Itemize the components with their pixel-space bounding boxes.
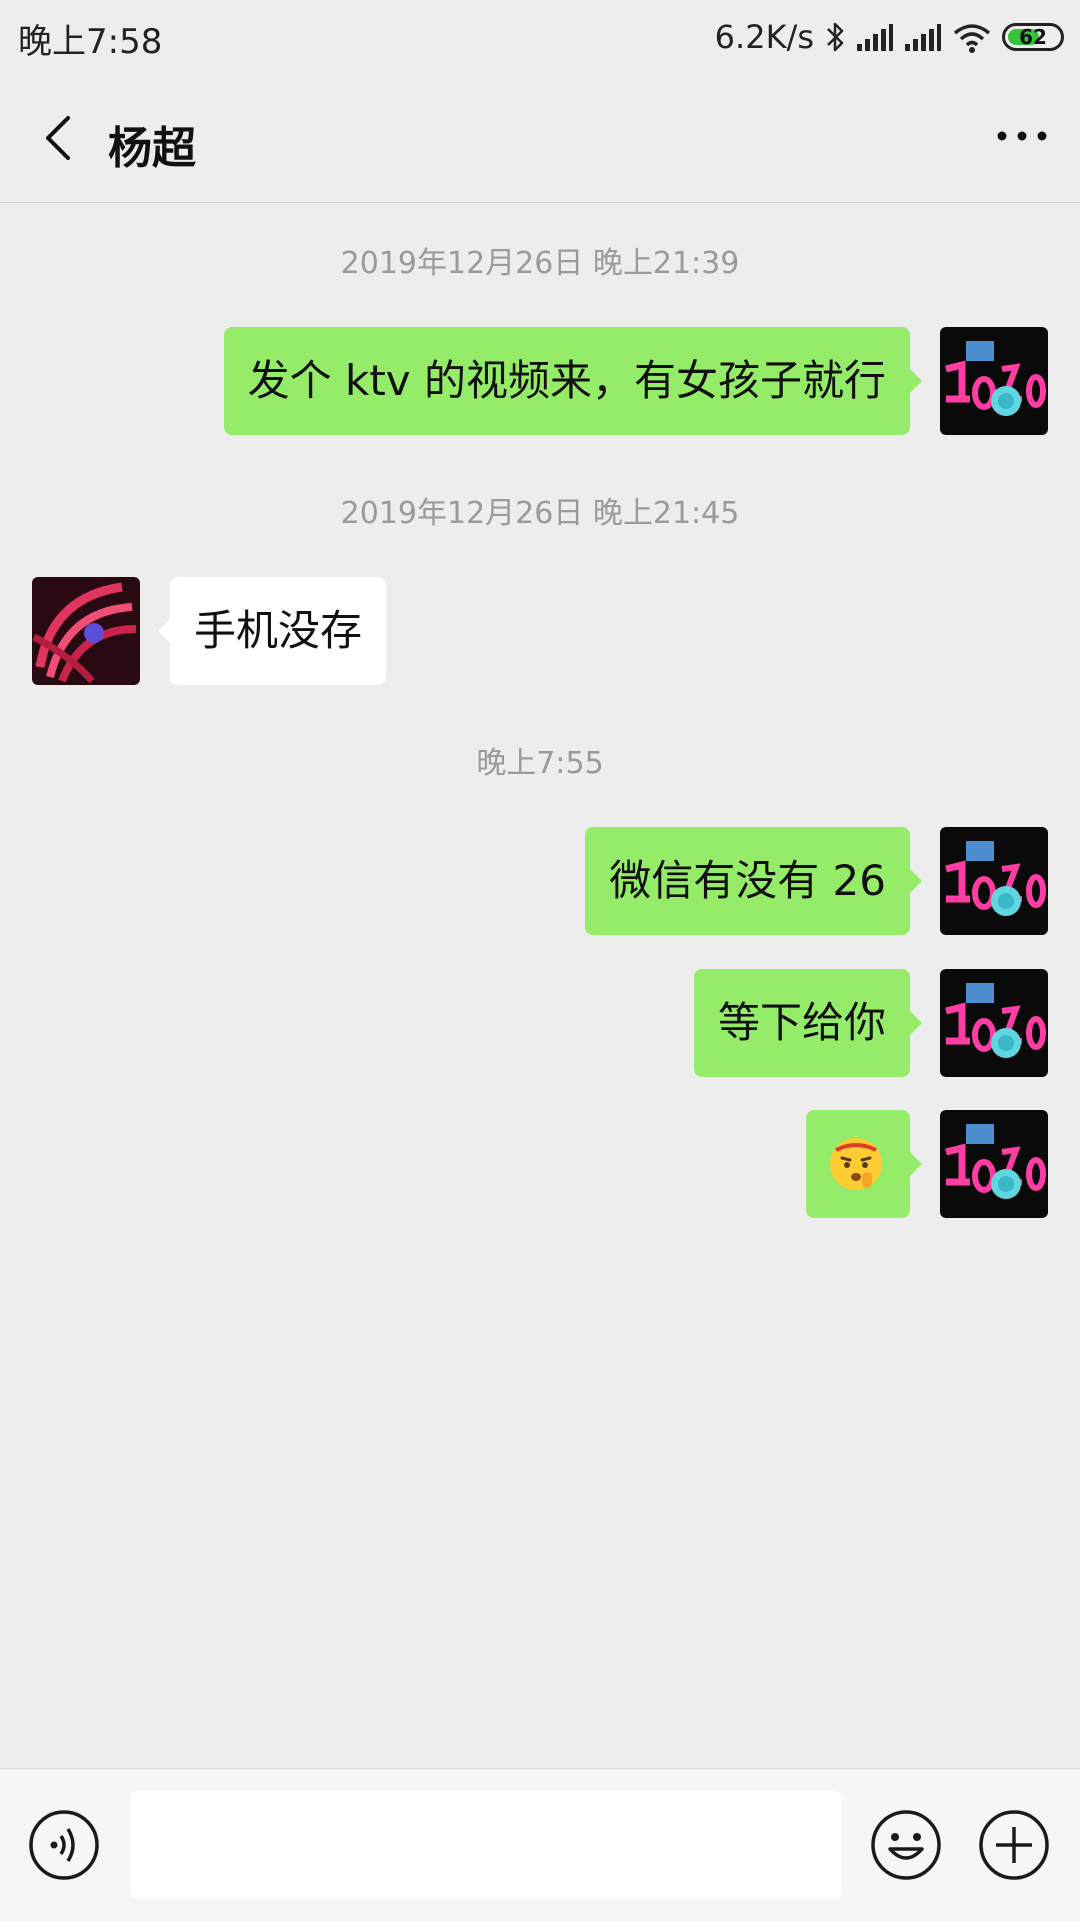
network-speed: 6.2K/s (714, 18, 814, 56)
plus-icon[interactable] (978, 1809, 1050, 1881)
timestamp: 2019年12月26日 晚上21:39 (340, 246, 740, 281)
voice-icon[interactable] (28, 1809, 100, 1881)
avatar-self[interactable] (940, 1110, 1048, 1218)
shush-face-emoji (830, 1138, 882, 1190)
avatar-contact[interactable] (32, 577, 140, 685)
more-dots-icon[interactable] (992, 116, 1052, 156)
message-bubble-sent[interactable]: 微信有没有 26 (585, 827, 922, 935)
message-bubble-received[interactable]: 手机没存 (157, 577, 387, 685)
signal-icon (905, 24, 941, 51)
emoji-icon[interactable] (870, 1809, 942, 1881)
message-bubble-sent[interactable]: 等下给你 (693, 969, 923, 1077)
status-time: 晚上7:58 (18, 22, 163, 62)
timestamp: 2019年12月26日 晚上21:45 (340, 496, 740, 531)
avatar-self[interactable] (940, 827, 1048, 935)
message-bubble-emoji[interactable] (806, 1110, 922, 1218)
timestamp: 晚上7:55 (476, 746, 604, 781)
battery-level: 62 (1019, 25, 1047, 49)
bluetooth-icon (827, 22, 844, 52)
message-bubble-sent[interactable]: 发个 ktv 的视频来，有女孩子就行 (223, 327, 923, 435)
input-bar (0, 1768, 1080, 1921)
status-icons: 6.2K/s 62 (715, 12, 1064, 62)
signal-icon (857, 24, 893, 51)
battery-icon: 62 (1002, 23, 1064, 51)
chevron-left-icon[interactable] (30, 108, 90, 168)
avatar-self[interactable] (940, 327, 1048, 435)
chat-header: 杨超 (0, 76, 1080, 203)
status-bar: 晚上7:58 6.2K/s 62 (0, 0, 1080, 76)
avatar-self[interactable] (940, 969, 1048, 1077)
chat-title: 杨超 (108, 123, 196, 174)
wifi-icon (953, 24, 991, 53)
message-input[interactable] (130, 1791, 842, 1899)
